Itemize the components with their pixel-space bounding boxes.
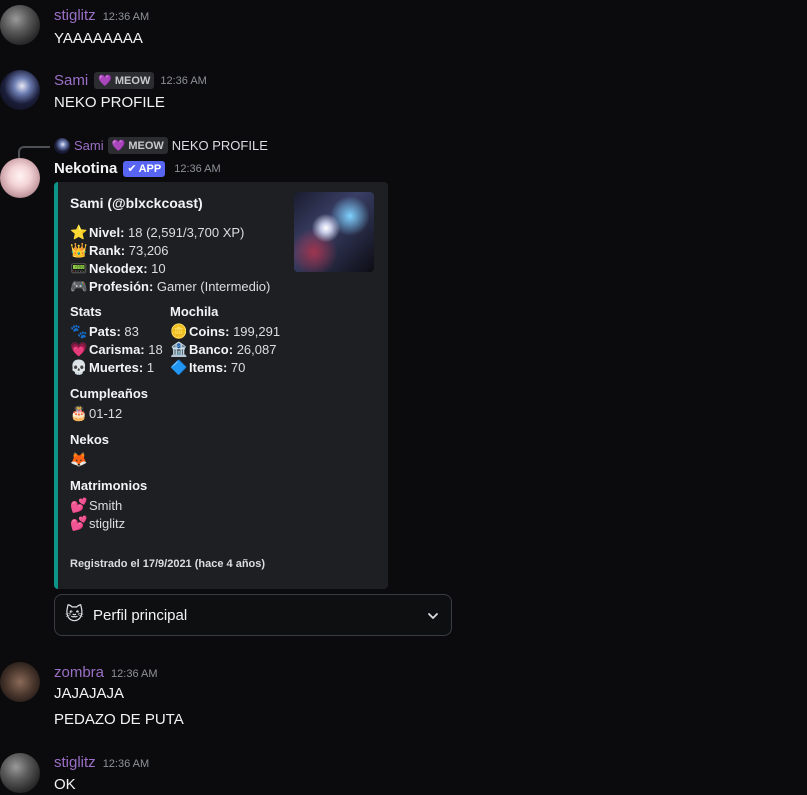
avatar[interactable]: [0, 5, 40, 45]
skull-icon: 💀: [70, 359, 88, 375]
avatar[interactable]: [0, 70, 40, 110]
info-nekodex: 📟 Nekodex: 10: [70, 260, 166, 276]
bank-icon: 🏦: [170, 341, 188, 357]
timestamp: 12:36 AM: [174, 162, 221, 175]
guild-tag[interactable]: 💜 MEOW: [94, 72, 155, 89]
stat-muertes: 💀 Muertes: 1: [70, 359, 155, 375]
reply-reference[interactable]: Sami 💜 MEOW NEKO PROFILE: [54, 137, 268, 154]
message-text: PEDAZO DE PUTA: [54, 711, 184, 728]
reply-text: NEKO PROFILE: [171, 138, 268, 153]
star-icon: ⭐: [70, 224, 88, 240]
stat-carisma: 💗 Carisma: 18: [70, 341, 163, 357]
heart-icon: 💜: [111, 140, 126, 152]
message-header: zombra 12:36 AM: [54, 664, 158, 681]
username[interactable]: stiglitz: [54, 7, 96, 24]
mochila-heading: Mochila: [170, 304, 219, 319]
birthday-heading: Cumpleaños: [70, 386, 149, 401]
app-badge: ✔ APP: [123, 160, 166, 177]
marriage-item: 💕 stiglitz: [70, 515, 126, 531]
message-header: Nekotina ✔ APP 12:36 AM: [54, 160, 221, 177]
check-icon: ✔: [127, 163, 137, 175]
timestamp: 12:36 AM: [102, 758, 150, 770]
reply-avatar: [54, 137, 70, 154]
timestamp: 12:36 AM: [160, 74, 207, 87]
avatar[interactable]: [0, 662, 40, 702]
stats-list: 🐾 Pats: 83 💗 Carisma: 18 💀 Muertes: 1: [70, 322, 163, 376]
message-text: OK: [54, 776, 76, 793]
info-list: ⭐ Nivel: 18 (2,591/3,700 XP) 👑 Rank: 73,20…: [70, 223, 270, 295]
nekos-heading: Nekos: [70, 432, 110, 447]
info-rank: 👑 Rank: 73,206: [70, 242, 169, 258]
gamepad-icon: 🎮: [70, 278, 88, 294]
stat-pats: 🐾 Pats: 83: [70, 323, 139, 339]
embed-footer: Registrado el 17/9/2021 (hace 4 años): [70, 558, 266, 570]
avatar[interactable]: [0, 158, 40, 198]
heart-icon: 💗: [70, 341, 88, 357]
mochila-items: 🔷 Items: 70: [170, 359, 246, 375]
cat-icon: 🐱: [65, 604, 84, 624]
mochila-coins: 🪙 Coins: 199,291: [170, 323, 281, 339]
embed-thumbnail[interactable]: [294, 192, 374, 272]
marriages-list: 💕 Smith 💕 stiglitz: [70, 496, 125, 532]
two-hearts-icon: 💕: [70, 497, 88, 513]
profile-select[interactable]: 🐱 Perfil principal: [54, 594, 452, 636]
chevron-down-icon[interactable]: [427, 609, 439, 627]
reply-username[interactable]: Sami: [74, 138, 104, 153]
cake-icon: 🎂: [70, 405, 88, 421]
username[interactable]: zombra: [54, 664, 104, 681]
info-level: ⭐ Nivel: 18 (2,591/3,700 XP): [70, 224, 245, 240]
mochila-banco: 🏦 Banco: 26,087: [170, 341, 277, 357]
pager-icon: 📟: [70, 260, 88, 276]
paw-icon: 🐾: [70, 323, 88, 339]
message-text: JAJAJAJA: [54, 685, 125, 702]
marriages-heading: Matrimonios: [70, 478, 148, 493]
timestamp: 12:36 AM: [111, 668, 158, 680]
profile-embed: Sami (@blxckcoast) ⭐ Nivel: 18 (2,591/3,7…: [54, 182, 388, 589]
neko-icon[interactable]: 🦊: [70, 450, 87, 468]
message-text: YAAAAAAAA: [54, 30, 143, 47]
mochila-list: 🪙 Coins: 199,291 🏦 Banco: 26,087 🔷 Items: 7…: [170, 322, 280, 376]
select-label: Perfil principal: [93, 607, 188, 624]
message-header: stiglitz 12:36 AM: [54, 754, 149, 771]
embed-title: Sami (@blxckcoast): [70, 195, 203, 211]
message-header: stiglitz 12:36 AM: [54, 7, 149, 24]
info-profession: 🎮 Profesión: Gamer (Intermedio): [70, 278, 271, 294]
marriage-item: 💕 Smith: [70, 497, 123, 513]
neko-list: 🦊: [70, 450, 89, 468]
coin-icon: 🪙: [170, 323, 188, 339]
username[interactable]: stiglitz: [54, 754, 96, 771]
message-header: Sami 💜 MEOW 12:36 AM: [54, 72, 207, 89]
guild-tag: 💜 MEOW: [107, 137, 168, 154]
crown-icon: 👑: [70, 242, 88, 258]
birthday-value: 🎂 01-12: [70, 405, 123, 421]
heart-icon: 💜: [98, 75, 112, 87]
gem-icon: 🔷: [170, 359, 188, 375]
timestamp: 12:36 AM: [102, 11, 150, 23]
username[interactable]: Sami: [54, 72, 88, 89]
message-text: NEKO PROFILE: [54, 94, 165, 111]
two-hearts-icon: 💕: [70, 515, 88, 531]
avatar[interactable]: [0, 753, 40, 793]
stats-heading: Stats: [70, 304, 102, 319]
username[interactable]: Nekotina: [54, 160, 117, 177]
